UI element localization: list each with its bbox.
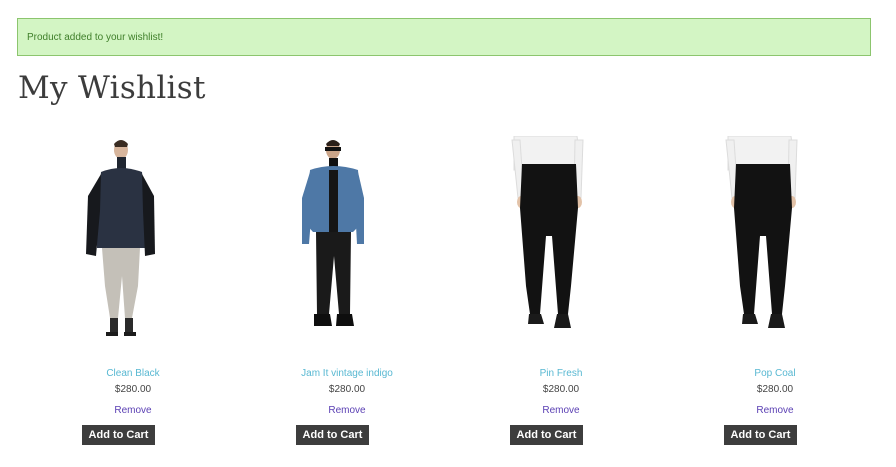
page-title: My Wishlist [18,70,206,106]
product-name-link[interactable]: Pin Fresh [454,368,668,379]
model-denim-jacket [302,140,364,326]
product-name-link[interactable]: Jam It vintage indigo [240,368,454,379]
add-to-cart-button[interactable]: Add to Cart [296,425,369,445]
product-price: $280.00 [542,384,580,395]
product-image[interactable] [668,136,882,346]
product-price: $280.00 [328,384,366,395]
wishlist-grid: Clean Black $280.00 Remove Add to Cart J… [26,130,882,460]
wishlist-item: Pin Fresh $280.00 Remove Add to Cart [454,130,668,460]
product-name-link[interactable]: Clean Black [26,368,240,379]
wishlist-item: Clean Black $280.00 Remove Add to Cart [26,130,240,460]
black-pants-back [511,136,584,328]
wishlist-item: Pop Coal $280.00 Remove Add to Cart [668,130,882,460]
remove-link[interactable]: Remove [240,405,454,416]
product-image[interactable] [454,136,668,346]
product-image[interactable] [26,136,240,346]
notice-text: Product added to your wishlist! [27,32,164,43]
add-to-cart-button[interactable]: Add to Cart [510,425,583,445]
remove-link[interactable]: Remove [454,405,668,416]
black-pants-back [725,136,798,328]
remove-link[interactable]: Remove [26,405,240,416]
product-image[interactable] [240,136,454,346]
remove-link[interactable]: Remove [668,405,882,416]
product-price: $280.00 [114,384,152,395]
add-to-cart-button[interactable]: Add to Cart [724,425,797,445]
success-notice: Product added to your wishlist! [17,18,871,56]
add-to-cart-button[interactable]: Add to Cart [82,425,155,445]
wishlist-item: Jam It vintage indigo $280.00 Remove Add… [240,130,454,460]
model-sweater-pants [86,140,155,336]
product-price: $280.00 [756,384,794,395]
product-name-link[interactable]: Pop Coal [668,368,882,379]
